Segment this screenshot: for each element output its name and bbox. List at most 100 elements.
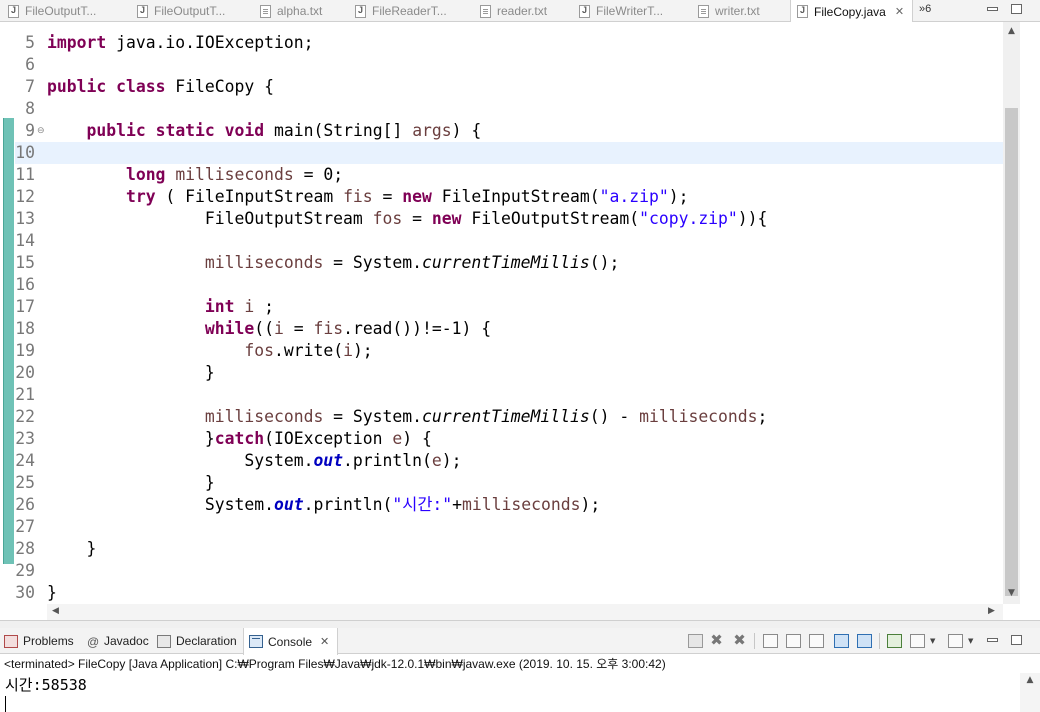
code-line[interactable]: 21 (0, 384, 1003, 406)
current-code-line[interactable]: 10 (0, 142, 1003, 164)
fold-toggle-icon[interactable]: ⊖ (37, 120, 45, 142)
line-number: 27 (15, 517, 35, 536)
close-icon[interactable]: ✕ (320, 635, 329, 648)
text-file-icon (698, 4, 709, 18)
console-output[interactable]: 시간:58538 (5, 675, 87, 695)
code-line-clipped (0, 22, 1003, 32)
remove-launch-icon[interactable]: ✖ (709, 633, 724, 648)
code-text: System.out.println(e); (47, 451, 462, 470)
code-line[interactable]: 7 public class FileCopy { (0, 76, 1003, 98)
line-number: 25 (15, 473, 35, 492)
code-line[interactable]: 8 (0, 98, 1003, 120)
code-line[interactable]: 27 (0, 516, 1003, 538)
editor-tab[interactable]: reader.txt (480, 0, 547, 22)
code-line[interactable]: 15 milliseconds = System.currentTimeMill… (0, 252, 1003, 274)
display-selected-console-icon[interactable] (910, 634, 925, 648)
code-line[interactable]: 22 milliseconds = System.currentTimeMill… (0, 406, 1003, 428)
tab-console[interactable]: Console ✕ (243, 628, 339, 655)
console-vertical-scrollbar[interactable]: ▲ (1020, 673, 1040, 712)
vertical-scrollbar[interactable]: ▲ ▼ (1003, 22, 1020, 604)
maximize-icon[interactable] (1011, 4, 1022, 14)
code-line[interactable]: 11 long milliseconds = 0; (0, 164, 1003, 186)
scroll-down-icon[interactable]: ▼ (1003, 588, 1020, 598)
text-file-icon (480, 4, 491, 18)
dropdown-arrow-icon[interactable]: ▼ (930, 637, 938, 651)
horizontal-scrollbar[interactable]: ◀ ▶ (47, 604, 1003, 620)
line-number: 24 (15, 451, 35, 470)
view-tab-bar: Problems @ Javadoc Declaration Console ✕… (0, 628, 1040, 655)
maximize-icon[interactable] (1011, 635, 1022, 645)
scroll-lock-icon[interactable] (786, 634, 801, 648)
code-line[interactable]: 28 } (0, 538, 1003, 560)
code-line[interactable]: 17 int i ; (0, 296, 1003, 318)
editor-tab[interactable]: alpha.txt (260, 0, 322, 22)
code-line[interactable]: 24 System.out.println(e); (0, 450, 1003, 472)
remove-all-terminated-icon[interactable]: ✖ (732, 633, 747, 648)
code-line[interactable]: 16 (0, 274, 1003, 296)
terminate-icon[interactable] (688, 634, 703, 648)
console-view: Problems @ Javadoc Declaration Console ✕… (0, 628, 1040, 712)
code-line[interactable]: 9 ⊖ public static void main(String[] args… (0, 120, 1003, 142)
tab-problems[interactable]: Problems (4, 628, 74, 654)
line-number: 7 (25, 77, 35, 96)
scroll-up-icon[interactable]: ▲ (1003, 26, 1020, 36)
show-console-on-stderr-icon[interactable] (857, 634, 872, 648)
code-line[interactable]: 25 } (0, 472, 1003, 494)
open-console-icon[interactable] (948, 634, 963, 648)
text-caret (5, 696, 6, 712)
code-line[interactable]: 23 }catch(IOException e) { (0, 428, 1003, 450)
code-line[interactable]: 26 System.out.println("시간:"+milliseconds… (0, 494, 1003, 516)
editor-tab[interactable]: FileOutputT... (8, 0, 96, 22)
more-tabs-chevron-icon[interactable]: »6 (919, 3, 931, 15)
scrollbar-thumb[interactable] (1005, 108, 1018, 596)
tab-javadoc[interactable]: @ Javadoc (87, 628, 149, 654)
tab-declaration[interactable]: Declaration (157, 628, 237, 654)
code-line[interactable]: 18 while((i = fis.read())!=-1) { (0, 318, 1003, 340)
code-line[interactable]: 13 FileOutputStream fos = new FileOutput… (0, 208, 1003, 230)
show-console-on-stdout-icon[interactable] (834, 634, 849, 648)
editor-tab[interactable]: writer.txt (698, 0, 760, 22)
scroll-up-icon[interactable]: ▲ (1020, 675, 1040, 685)
editor-tab[interactable]: FileReaderT... (355, 0, 447, 22)
pin-console-icon[interactable] (887, 634, 902, 648)
dropdown-arrow-icon[interactable]: ▼ (968, 637, 976, 651)
clear-console-icon[interactable] (763, 634, 778, 648)
toolbar-separator (879, 633, 880, 649)
code-text: } (47, 539, 97, 558)
line-number: 21 (15, 385, 35, 404)
close-icon[interactable]: ✕ (895, 5, 904, 18)
quick-diff-ruler (0, 22, 15, 620)
editor-tab-label: alpha.txt (277, 4, 323, 18)
code-line[interactable]: 29 (0, 560, 1003, 582)
code-line[interactable]: 5 import java.io.IOException; (0, 32, 1003, 54)
code-editor[interactable]: 5 import java.io.IOException; 6 7 public cla… (0, 22, 1040, 620)
code-line[interactable]: 14 (0, 230, 1003, 252)
code-text: }catch(IOException e) { (47, 429, 432, 448)
code-line[interactable]: 6 (0, 54, 1003, 76)
scroll-left-icon[interactable]: ◀ (47, 606, 64, 616)
editor-tab[interactable]: FileWriterT... (579, 0, 663, 22)
java-file-icon (137, 4, 148, 18)
line-number: 29 (15, 561, 35, 580)
toolbar-separator (754, 633, 755, 649)
minimize-icon[interactable] (987, 7, 998, 11)
tab-label: Javadoc (104, 634, 149, 648)
editor-tab[interactable]: FileOutputT... (137, 0, 225, 22)
editor-tab-active[interactable]: FileCopy.java ✕ (790, 0, 914, 23)
code-area[interactable]: 5 import java.io.IOException; 6 7 public cla… (0, 22, 1003, 620)
word-wrap-icon[interactable] (809, 634, 824, 648)
line-number: 12 (15, 187, 35, 206)
java-file-icon (579, 4, 590, 18)
view-sash[interactable] (0, 620, 1040, 628)
java-file-icon (8, 4, 19, 18)
scroll-right-icon[interactable]: ▶ (983, 606, 1000, 616)
minimize-icon[interactable] (987, 638, 998, 642)
line-number: 16 (15, 275, 35, 294)
code-line[interactable]: 19 fos.write(i); (0, 340, 1003, 362)
code-line[interactable]: 12 try ( FileInputStream fis = new FileI… (0, 186, 1003, 208)
code-text: fos.write(i); (244, 341, 373, 360)
tab-label: Problems (23, 634, 74, 648)
code-line[interactable]: 20 } (0, 362, 1003, 384)
javadoc-icon: @ (87, 634, 100, 649)
code-line[interactable]: 30} (0, 582, 1003, 604)
